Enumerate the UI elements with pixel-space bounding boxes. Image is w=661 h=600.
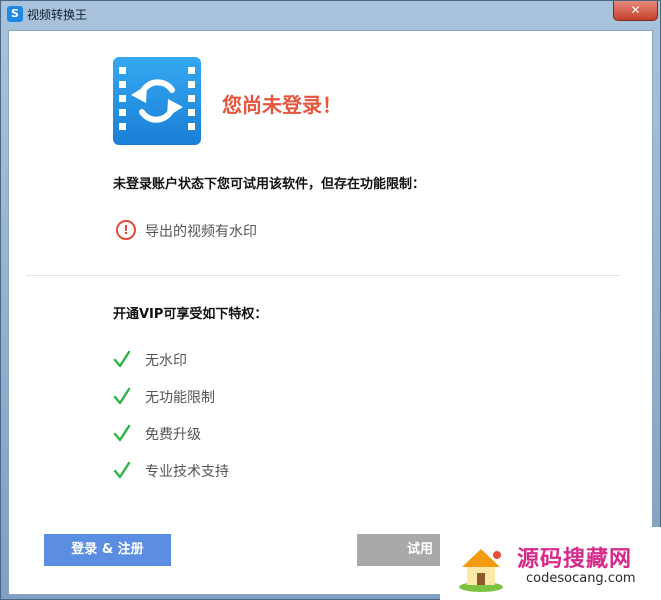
login-register-button[interactable]: 登录 & 注册: [44, 534, 171, 566]
check-icon: [113, 350, 131, 368]
app-logo-icon: S: [7, 6, 23, 22]
check-icon: [113, 424, 131, 442]
title-bar[interactable]: S 视频转换王 ✕: [1, 1, 660, 27]
window-title: 视频转换王: [27, 8, 88, 22]
watermark-url: codesocang.com: [526, 571, 636, 586]
site-watermark: 源码搜藏网 codesocang.com: [440, 527, 661, 600]
house-icon: [459, 549, 503, 592]
video-convert-icon: [113, 57, 201, 145]
restriction-intro: 未登录账户状态下您可试用该软件，但存在功能限制：: [113, 177, 426, 192]
check-icon: [113, 461, 131, 479]
benefit-label: 免费升级: [145, 427, 201, 443]
app-window: S 视频转换王 ✕ 您尚未登录！ 未登录账户状态下您可试用该软件，但存在功能限制…: [0, 0, 661, 600]
benefit-label: 无功能限制: [145, 390, 215, 406]
login-heading: 您尚未登录！: [222, 93, 342, 117]
watermark-title: 源码搜藏网: [517, 547, 633, 572]
vip-intro: 开通VIP可享受如下特权：: [113, 307, 268, 322]
dialog-body: 您尚未登录！ 未登录账户状态下您可试用该软件，但存在功能限制： ! 导出的视频有…: [8, 30, 653, 595]
benefit-label: 无水印: [145, 353, 187, 369]
divider: [26, 275, 620, 276]
benefit-label: 专业技术支持: [145, 464, 229, 480]
check-icon: [113, 387, 131, 405]
close-button[interactable]: ✕: [613, 1, 658, 21]
warning-circle-icon: !: [116, 220, 136, 240]
restriction-text: 导出的视频有水印: [145, 224, 257, 240]
